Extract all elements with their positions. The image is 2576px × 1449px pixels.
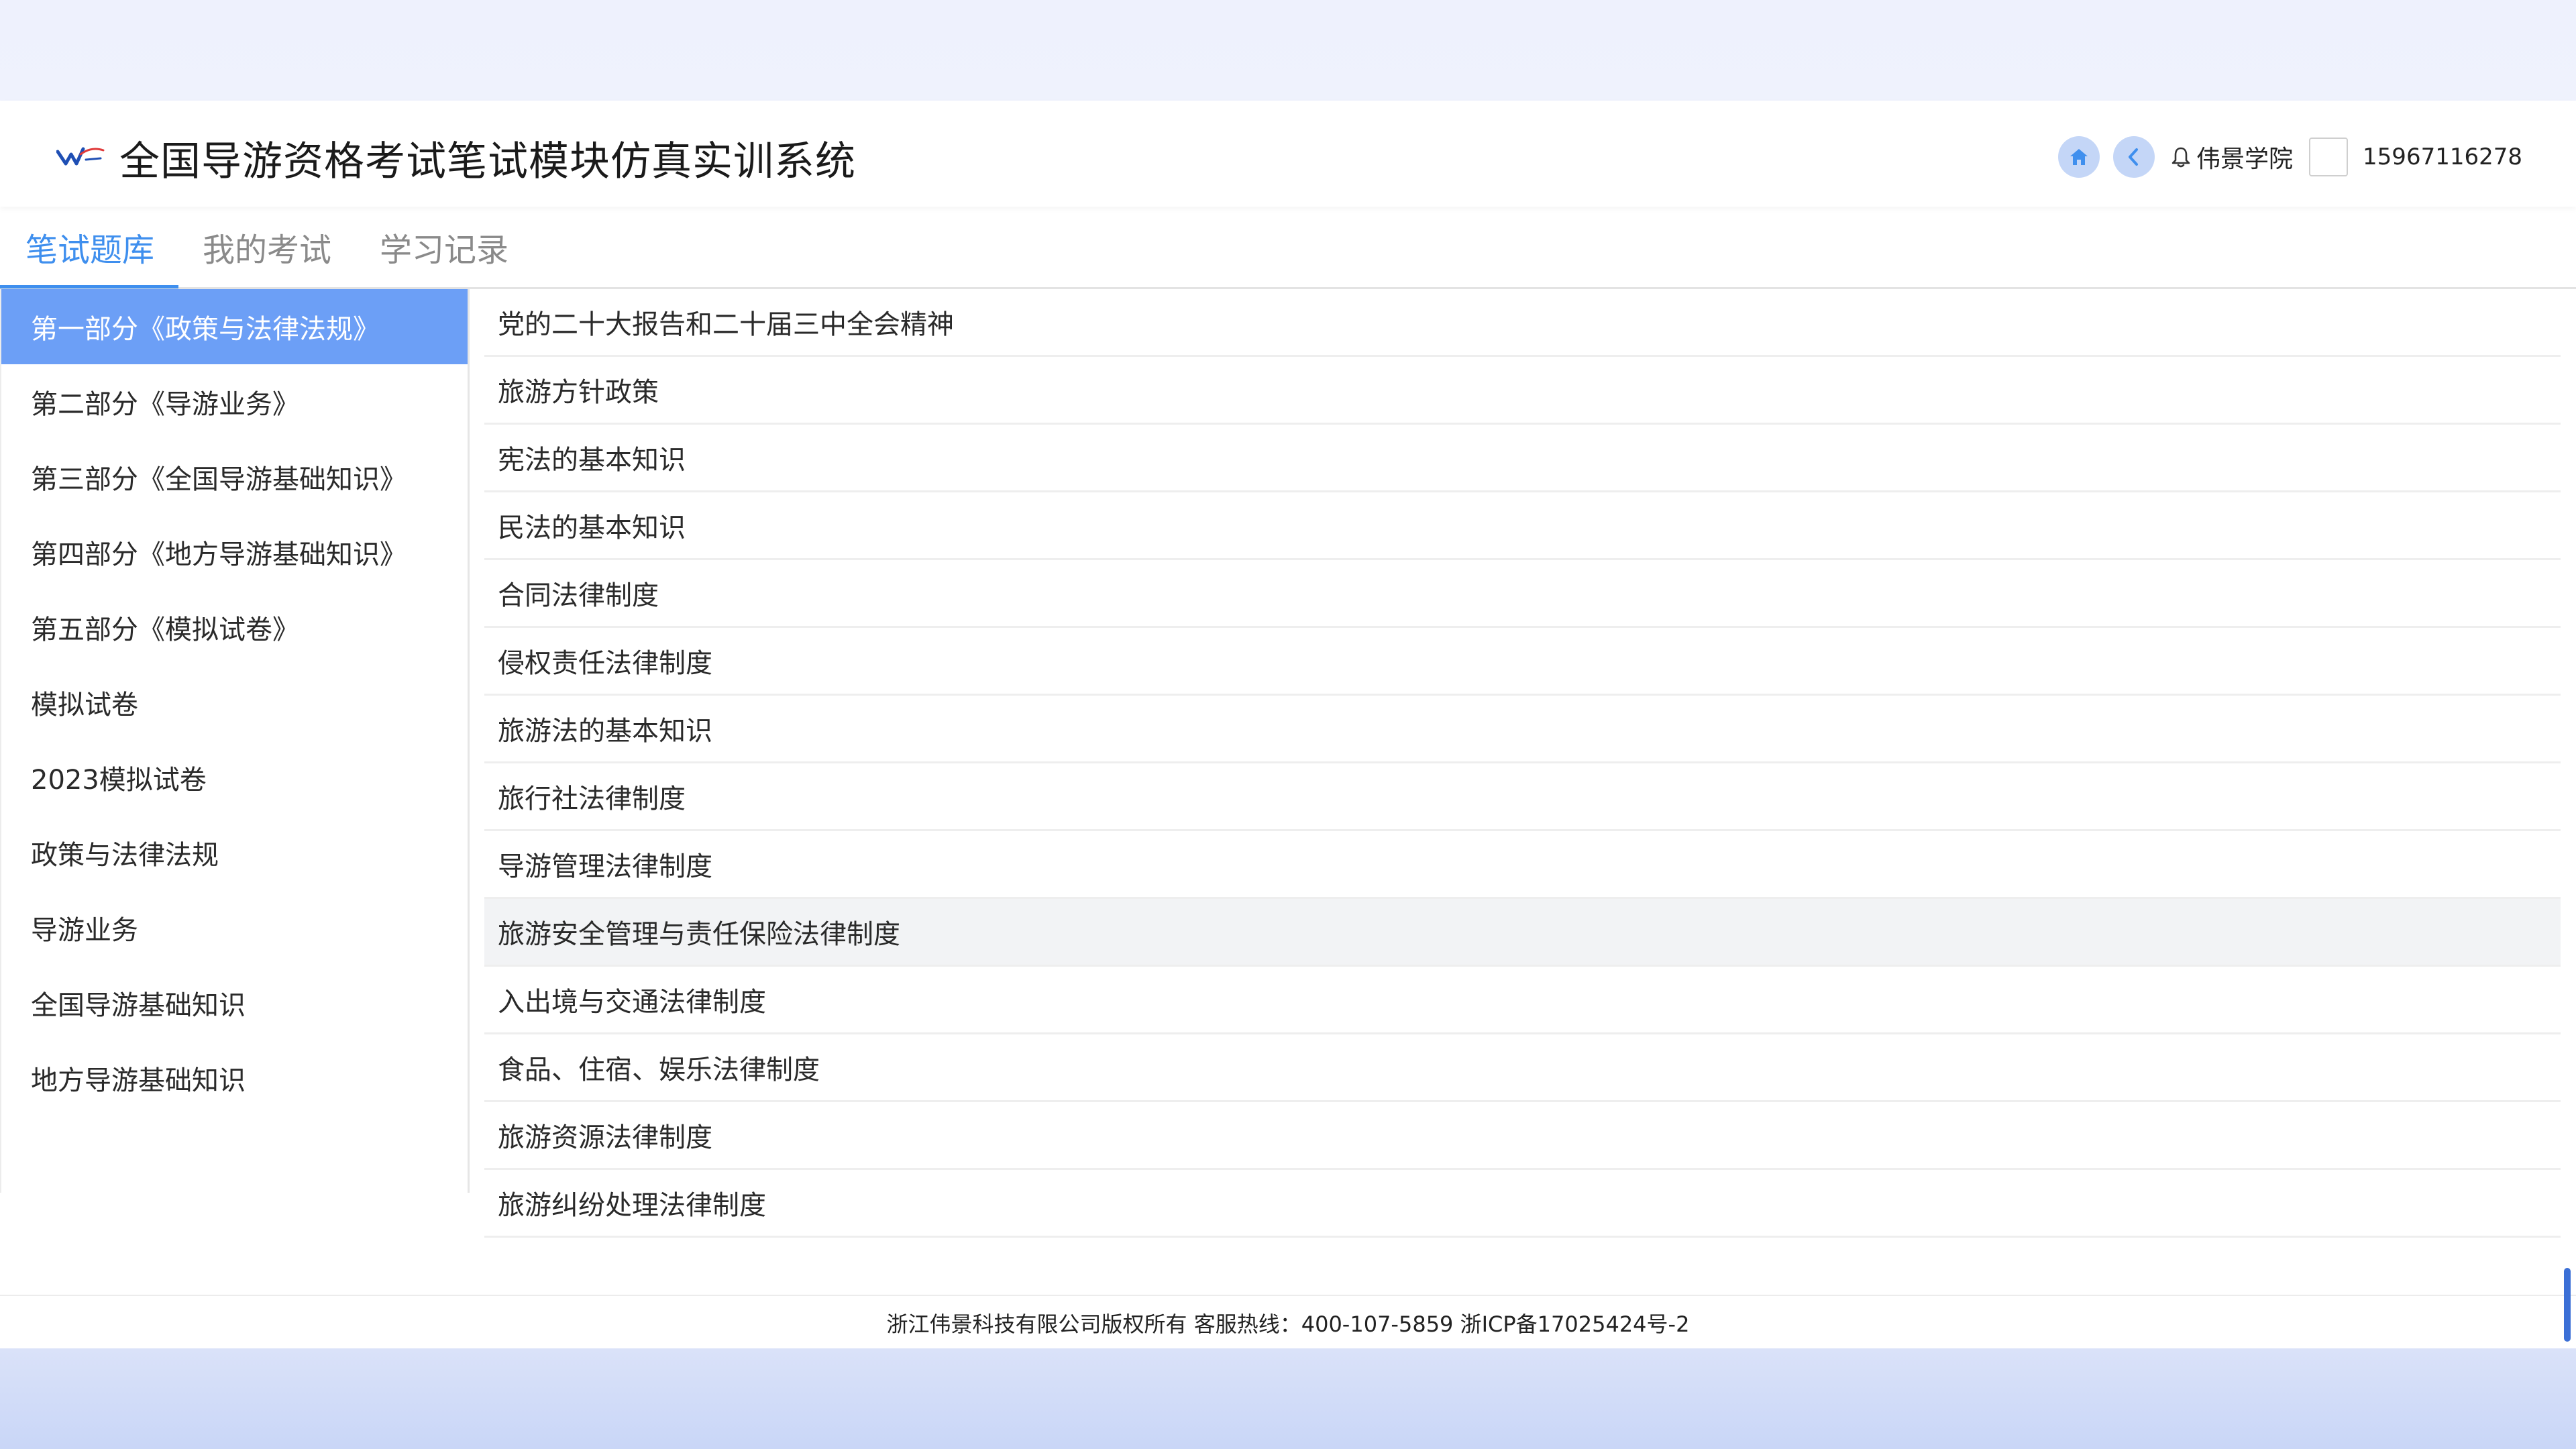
list-item[interactable]: 旅游安全管理与责任保险法律制度 [484,899,2561,967]
avatar[interactable] [2309,138,2349,176]
app-title: 全国导游资格考试笔试模块仿真实训系统 [119,138,856,185]
logo [56,147,105,166]
sidebar-item-mock-exam[interactable]: 模拟试卷 [1,665,468,740]
sidebar: 第一部分《政策与法律法规》 第二部分《导游业务》 第三部分《全国导游基础知识》 … [0,289,470,1193]
list-item[interactable]: 宪法的基本知识 [484,425,2561,492]
sidebar-item-2023-mock-exam[interactable]: 2023模拟试卷 [1,740,468,815]
footer: 浙江伟景科技有限公司版权所有 客服热线：400-107-5859 浙ICP备17… [0,1295,2576,1350]
topic-list: 党的二十大报告和二十届三中全会精神 旅游方针政策 宪法的基本知识 民法的基本知识… [484,289,2561,1238]
scrollbar[interactable] [2564,1268,2571,1342]
tab-my-exams[interactable]: 我的考试 [178,208,356,286]
sidebar-item-policy-law[interactable]: 政策与法律法规 [1,815,468,890]
list-item[interactable]: 合同法律制度 [484,560,2561,628]
list-item[interactable]: 党的二十大报告和二十届三中全会精神 [484,289,2561,357]
list-item[interactable]: 旅游资源法律制度 [484,1102,2561,1170]
list-item[interactable]: 旅行社法律制度 [484,763,2561,831]
sidebar-item-part5[interactable]: 第五部分《模拟试卷》 [1,590,468,665]
list-item[interactable]: 民法的基本知识 [484,492,2561,560]
home-icon [2070,149,2088,165]
sidebar-item-local-basics[interactable]: 地方导游基础知识 [1,1040,468,1116]
tab-written-question-bank[interactable]: 笔试题库 [0,208,179,288]
list-item[interactable]: 旅游纠纷处理法律制度 [484,1170,2561,1238]
sidebar-item-guide-business[interactable]: 导游业务 [1,890,468,965]
back-button[interactable] [2113,136,2155,178]
back-icon [2129,148,2139,166]
tab-bar: 笔试题库 我的考试 学习记录 [0,207,2576,289]
app-window: 全国导游资格考试笔试模块仿真实训系统 伟景学院 15967116278 笔试题库… [0,101,2576,1348]
list-item[interactable]: 入出境与交通法律制度 [484,967,2561,1034]
notification-button[interactable]: 伟景学院 [2171,140,2293,174]
sidebar-item-part3[interactable]: 第三部分《全国导游基础知识》 [1,439,468,515]
header-actions: 伟景学院 15967116278 [2058,130,2522,184]
sidebar-item-part1[interactable]: 第一部分《政策与法律法规》 [1,289,468,364]
sidebar-item-national-basics[interactable]: 全国导游基础知识 [1,965,468,1040]
org-name: 伟景学院 [2196,146,2294,173]
header: 全国导游资格考试笔试模块仿真实训系统 伟景学院 15967116278 [0,101,2576,207]
list-item[interactable]: 导游管理法律制度 [484,831,2561,899]
user-phone[interactable]: 15967116278 [2363,144,2522,170]
list-item[interactable]: 旅游方针政策 [484,357,2561,425]
tab-study-records[interactable]: 学习记录 [356,208,533,286]
list-item[interactable]: 旅游法的基本知识 [484,696,2561,763]
home-button[interactable] [2058,136,2100,178]
sidebar-item-part2[interactable]: 第二部分《导游业务》 [1,364,468,439]
list-item[interactable]: 侵权责任法律制度 [484,628,2561,696]
list-item[interactable]: 食品、住宿、娱乐法律制度 [484,1034,2561,1102]
sidebar-item-part4[interactable]: 第四部分《地方导游基础知识》 [1,515,468,590]
bell-icon [2171,147,2190,168]
